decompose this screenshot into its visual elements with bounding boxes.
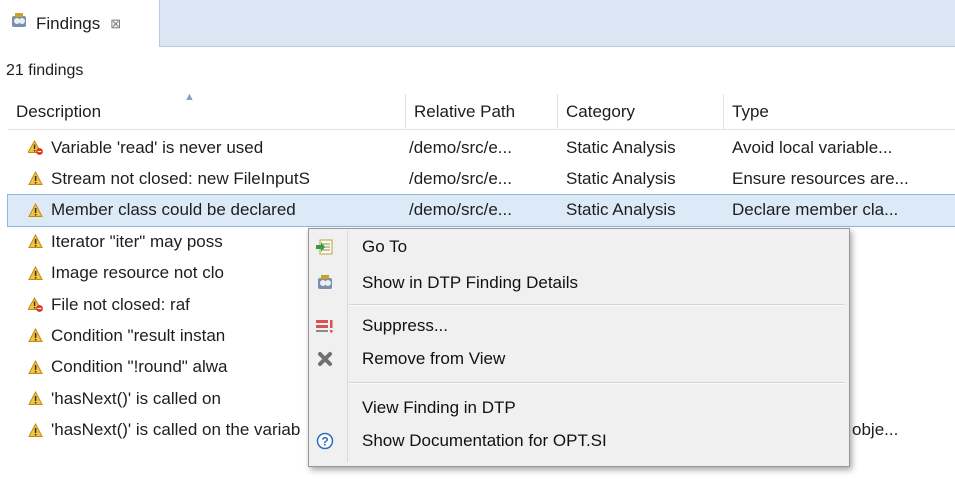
cell-text: Iterator "iter" may poss xyxy=(51,231,223,251)
description-cell: Member class could be declared xyxy=(28,195,406,226)
category-cell: Static Analysis xyxy=(566,195,726,226)
description-cell: Variable 'read' is never used xyxy=(28,132,406,163)
category-cell: Static Analysis xyxy=(566,132,726,163)
warning-error-icon xyxy=(28,139,43,155)
cell-text: Avoid local variable... xyxy=(732,137,893,157)
menu-item-suppress[interactable]: Suppress... xyxy=(309,312,849,340)
table-header: Description ▲ Relative Path Category Typ… xyxy=(8,91,955,130)
description-cell: Stream not closed: new FileInputS xyxy=(28,163,406,194)
findings-icon xyxy=(10,12,28,35)
menu-separator xyxy=(349,382,845,384)
type-cell: Ensure resources are... xyxy=(732,163,955,194)
column-header-category[interactable]: Category xyxy=(558,94,724,129)
table-row[interactable]: Variable 'read' is never used/demo/src/e… xyxy=(8,132,955,163)
cell-text: Static Analysis xyxy=(566,137,676,157)
warning-icon xyxy=(28,391,43,406)
category-cell: Static Analysis xyxy=(566,163,726,194)
cell-text: Variable 'read' is never used xyxy=(51,137,264,157)
warning-icon xyxy=(28,234,43,249)
cell-text: /demo/src/e... xyxy=(409,137,512,157)
column-label: Type xyxy=(732,101,769,121)
context-menu: Go To Show in DTP Finding Details Suppre… xyxy=(308,228,850,467)
cell-text: Condition "result instan xyxy=(51,325,226,345)
column-header-relative-path[interactable]: Relative Path xyxy=(406,94,558,129)
cell-text: Static Analysis xyxy=(566,168,676,188)
warning-error-icon xyxy=(28,296,43,312)
warning-icon xyxy=(28,202,43,218)
type-cell: Declare member cla... xyxy=(732,195,955,226)
menu-item-label: Go To xyxy=(362,237,408,256)
menu-item-go-to[interactable]: Go To xyxy=(309,233,849,261)
menu-item-label: Suppress... xyxy=(362,316,448,335)
column-label: Relative Path xyxy=(414,101,516,121)
cell-text: 'hasNext()' is called on the variab xyxy=(51,420,301,440)
cell-text: File not closed: raf xyxy=(51,294,190,314)
help-icon: ? xyxy=(314,431,336,451)
menu-item-view-finding-in-dtp[interactable]: View Finding in DTP xyxy=(309,394,849,422)
menu-separator xyxy=(349,304,845,306)
cell-text: /demo/src/e... xyxy=(409,200,512,220)
view-tab-strip: Findings ⊠ xyxy=(0,0,955,47)
cell-text: /demo/src/e... xyxy=(409,168,512,188)
menu-item-label: View Finding in DTP xyxy=(362,398,516,417)
findings-count: 21 findings xyxy=(6,62,84,79)
warning-icon xyxy=(28,171,43,186)
goto-icon xyxy=(314,237,336,257)
sort-ascending-icon: ▲ xyxy=(184,91,195,103)
cell-text: Image resource not clo xyxy=(51,263,224,283)
tab-label: Findings xyxy=(36,13,101,33)
findings-icon xyxy=(314,273,336,293)
warning-icon xyxy=(28,422,43,438)
cell-text: Member class could be declared xyxy=(51,200,296,220)
close-icon[interactable]: ⊠ xyxy=(110,16,121,32)
menu-item-remove-from-view[interactable]: Remove from View xyxy=(309,345,849,373)
column-label: Category xyxy=(566,101,635,121)
table-row[interactable]: Stream not closed: new FileInputS/demo/s… xyxy=(8,163,955,194)
column-label: Description xyxy=(16,101,102,121)
relative-path-cell: /demo/src/e... xyxy=(409,132,559,163)
menu-item-label: Show in DTP Finding Details xyxy=(362,273,579,292)
column-header-type[interactable]: Type xyxy=(724,94,955,129)
menu-item-show-in-dtp-finding-details[interactable]: Show in DTP Finding Details xyxy=(309,269,849,297)
menu-item-show-documentation[interactable]: ? Show Documentation for OPT.SI xyxy=(309,427,849,455)
warning-icon xyxy=(28,328,43,343)
relative-path-cell: /demo/src/e... xyxy=(409,163,559,194)
cell-text: 'hasNext()' is called on xyxy=(51,388,221,408)
warning-icon xyxy=(28,265,43,281)
cell-text: Static Analysis xyxy=(566,200,676,220)
menu-item-label: Remove from View xyxy=(362,349,506,368)
suppress-icon xyxy=(314,316,336,336)
table-row[interactable]: Member class could be declared/demo/src/… xyxy=(7,193,955,227)
svg-text:?: ? xyxy=(321,435,328,449)
cell-text: Condition "!round" alwa xyxy=(51,357,228,377)
relative-path-cell: /demo/src/e... xyxy=(409,195,559,226)
menu-item-label: Show Documentation for OPT.SI xyxy=(362,431,607,450)
column-header-description[interactable]: Description ▲ xyxy=(8,91,406,129)
tab-findings[interactable]: Findings ⊠ xyxy=(0,0,160,47)
warning-icon xyxy=(28,359,43,375)
cell-text: Stream not closed: new FileInputS xyxy=(51,168,310,188)
cell-text: Declare member cla... xyxy=(732,200,899,220)
remove-icon xyxy=(314,349,336,369)
cell-text: Ensure resources are... xyxy=(732,168,909,188)
type-cell: Avoid local variable... xyxy=(732,132,955,163)
